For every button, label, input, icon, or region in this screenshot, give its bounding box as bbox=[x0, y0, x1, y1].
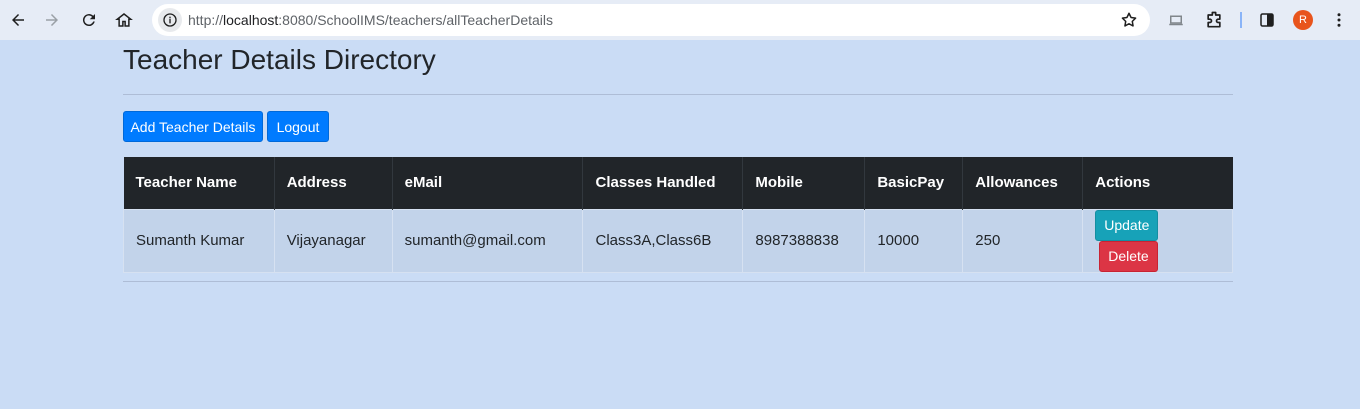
page-title: Teacher Details Directory bbox=[123, 44, 436, 75]
cast-laptop-icon[interactable] bbox=[1166, 10, 1186, 30]
cell-teacher-name: Sumanth Kumar bbox=[123, 208, 275, 273]
cell-email: sumanth@gmail.com bbox=[391, 208, 584, 273]
header-actions: Actions bbox=[1082, 157, 1233, 209]
table-header-row: Teacher Name Address eMail Classes Handl… bbox=[123, 157, 1233, 209]
cell-actions: UpdateDelete bbox=[1082, 208, 1233, 273]
header-address: Address bbox=[274, 157, 393, 209]
header-teacher-name: Teacher Name bbox=[123, 157, 275, 209]
side-panel-icon[interactable] bbox=[1257, 10, 1277, 30]
delete-button[interactable]: Delete bbox=[1099, 240, 1158, 272]
browser-toolbar: http://localhost:8080/SchoolIMS/teachers… bbox=[0, 0, 1360, 40]
home-icon[interactable] bbox=[110, 6, 138, 34]
add-teacher-button[interactable]: Add Teacher Details bbox=[123, 111, 263, 142]
header-mobile: Mobile bbox=[742, 157, 866, 209]
cell-basic-pay: 10000 bbox=[864, 208, 964, 273]
header-allowances: Allowances bbox=[962, 157, 1084, 209]
update-button[interactable]: Update bbox=[1095, 209, 1159, 241]
menu-kebab-icon[interactable] bbox=[1329, 10, 1349, 30]
bookmark-star-icon[interactable] bbox=[1120, 11, 1138, 29]
cell-address: Vijayanagar bbox=[273, 208, 393, 273]
cell-classes-handled: Class3A,Class6B bbox=[582, 208, 744, 273]
header-classes-handled: Classes Handled bbox=[582, 157, 744, 209]
toolbar-divider bbox=[1240, 12, 1242, 28]
table-row: Sumanth Kumar Vijayanagar sumanth@gmail.… bbox=[123, 208, 1233, 273]
bottom-divider bbox=[123, 281, 1233, 282]
address-bar[interactable]: http://localhost:8080/SchoolIMS/teachers… bbox=[152, 4, 1150, 36]
reload-icon[interactable] bbox=[75, 6, 103, 34]
url-path: :8080/SchoolIMS/teachers/allTeacherDetai… bbox=[278, 12, 553, 28]
extensions-icon[interactable] bbox=[1204, 10, 1224, 30]
url-text[interactable]: http://localhost:8080/SchoolIMS/teachers… bbox=[188, 12, 553, 28]
teacher-table: Teacher Name Address eMail Classes Handl… bbox=[123, 157, 1233, 273]
profile-avatar[interactable]: R bbox=[1293, 10, 1313, 30]
url-prefix: http:// bbox=[188, 12, 224, 28]
cell-mobile: 8987388838 bbox=[742, 208, 866, 273]
header-email: eMail bbox=[392, 157, 584, 209]
cell-allowances: 250 bbox=[962, 208, 1084, 273]
header-basic-pay: BasicPay bbox=[864, 157, 964, 209]
forward-icon[interactable] bbox=[38, 6, 66, 34]
top-divider bbox=[123, 94, 1233, 95]
site-info-icon[interactable] bbox=[158, 8, 182, 32]
url-host: localhost bbox=[223, 12, 279, 28]
back-icon[interactable] bbox=[4, 6, 32, 34]
logout-button[interactable]: Logout bbox=[267, 111, 329, 142]
